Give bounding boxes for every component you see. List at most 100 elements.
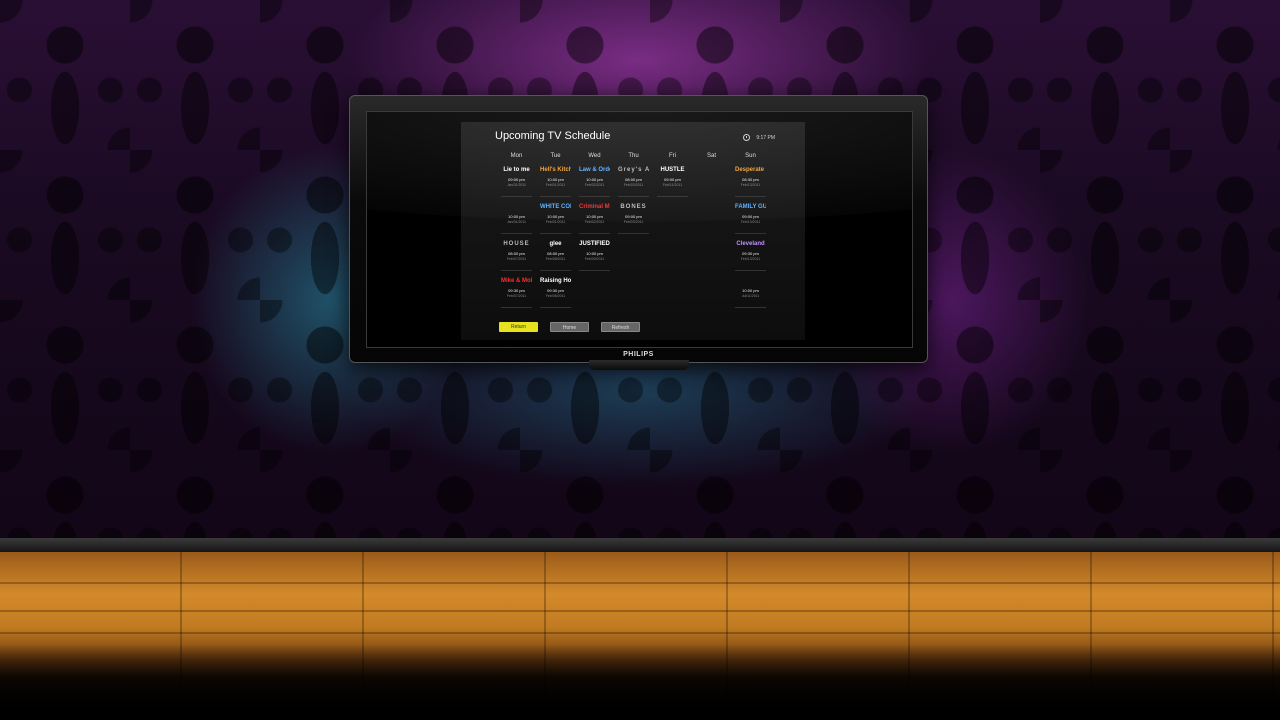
schedule-cell[interactable]: 10:00 pm Jul/11/2011 <box>731 273 770 310</box>
schedule-row: HOUSE 08:00 pm Feb/07/2011 glee 08:00 pm Feb/… <box>497 236 770 273</box>
schedule-cell[interactable]: glee 08:00 pm Feb/08/2011 <box>536 236 575 273</box>
schedule-cell[interactable]: HUSTLE 09:00 pm Feb/11/2011 <box>653 162 692 199</box>
schedule-cell-empty <box>653 273 692 310</box>
schedule-cell[interactable]: 10:00 pm Jan/31/2011 <box>497 199 536 236</box>
show-date: Feb/07/2011 <box>506 294 527 298</box>
show-logo: glee <box>549 241 562 247</box>
day-header-wed: Wed <box>588 153 601 159</box>
show-card: BONES 09:00 pm Feb/03/2011 <box>618 199 649 234</box>
show-time: 09:00 pm <box>508 177 525 182</box>
show-time: 10:00 pm <box>547 214 564 219</box>
show-card: Raising Hope 09:30 pmFeb/08/2011 <box>540 273 571 308</box>
tv-brand-logo: PHILIPS <box>623 351 654 358</box>
schedule-cell[interactable]: Hell's Kitchen 10:00 pmFeb/01/2011 <box>536 162 575 199</box>
schedule-cell-empty <box>692 273 731 310</box>
show-date: Feb/02/2011 <box>584 183 605 187</box>
day-header-row: Mon Tue Wed Thu Fri Sat Sun <box>497 153 770 159</box>
show-time: 09:30 pm <box>508 288 525 293</box>
show-date: Jul/11/2011 <box>741 294 760 298</box>
schedule-cell[interactable]: Raising Hope 09:30 pmFeb/08/2011 <box>536 273 575 310</box>
schedule-cell[interactable]: WHITE COLLAR 10:00 pmFeb/01/2011 <box>536 199 575 236</box>
show-date: Feb/08/2011 <box>545 257 566 261</box>
show-date: Feb/02/2011 <box>584 220 605 224</box>
show-date: Feb/13/2011 <box>740 257 761 261</box>
home-button[interactable]: Home <box>550 322 589 332</box>
schedule-cell-empty <box>653 199 692 236</box>
show-logo: HUSTLE <box>660 167 685 173</box>
show-card: Criminal Minds 10:00 pmFeb/02/2011 <box>579 199 610 234</box>
show-logo: WHITE COLLAR <box>540 204 571 210</box>
schedule-cell[interactable]: BONES 09:00 pm Feb/03/2011 <box>614 199 653 236</box>
show-date: Feb/07/2011 <box>506 257 527 261</box>
tv-frame: Upcoming TV Schedule 9:17 PM Mon Tue Wed… <box>349 95 928 370</box>
show-logo: Hell's Kitchen <box>540 167 571 173</box>
show-time: 09:00 pm <box>742 214 759 219</box>
schedule-cell[interactable]: JUSTIFIED 10:00 pm Feb/09/2011 <box>575 236 614 273</box>
show-time: 10:00 pm <box>547 177 564 182</box>
day-header-sat: Sat <box>706 153 716 159</box>
show-logo: Grey's Anatomy <box>618 167 649 173</box>
schedule-grid: Lie to me09:00 pmJan/31/2011Hell's Kitch… <box>497 162 770 310</box>
clock-time: 9:17 PM <box>756 134 775 141</box>
show-date: Jan/31/2011 <box>506 183 526 187</box>
schedule-cell[interactable]: Law & Order 10:00 pmFeb/02/2011 <box>575 162 614 199</box>
day-header-thu: Thu <box>628 153 639 159</box>
show-logo: Law & Order <box>579 167 610 173</box>
show-time: 10:00 pm <box>742 288 759 293</box>
show-card: glee 08:00 pm Feb/08/2011 <box>540 236 571 271</box>
clock: 9:17 PM <box>743 134 775 141</box>
schedule-cell[interactable]: Grey's Anatomy 08:00 pmFeb/03/2011 <box>614 162 653 199</box>
schedule-cell-empty <box>692 236 731 273</box>
show-logo: Criminal Minds <box>579 204 610 210</box>
refresh-button[interactable]: Refresh <box>601 322 640 332</box>
show-logo: Raising Hope <box>540 278 571 284</box>
schedule-cell[interactable]: Lie to me 09:00 pm Jan/31/2011 <box>497 162 536 199</box>
show-time: 09:00 pm <box>625 214 642 219</box>
show-logo <box>735 275 766 287</box>
schedule-cell-empty <box>575 273 614 310</box>
schedule-cell[interactable]: HOUSE 08:00 pm Feb/07/2011 <box>497 236 536 273</box>
schedule-cell-empty <box>614 236 653 273</box>
schedule-cell[interactable]: FAMILY GUY 09:00 pmFeb/13/2011 <box>731 199 770 236</box>
schedule-cell[interactable]: Cleveland 09:30 pm Feb/13/2011 <box>731 236 770 273</box>
show-date: Feb/03/2011 <box>623 220 644 224</box>
baseboard <box>0 538 1280 552</box>
schedule-app: Upcoming TV Schedule 9:17 PM Mon Tue Wed… <box>461 122 805 340</box>
show-logo: Desperate Housewives <box>735 167 766 173</box>
schedule-cell[interactable]: Criminal Minds 10:00 pmFeb/02/2011 <box>575 199 614 236</box>
show-card: Hell's Kitchen 10:00 pmFeb/01/2011 <box>540 162 571 197</box>
show-logo: FAMILY GUY <box>735 204 766 210</box>
schedule-cell[interactable]: Mike & Molly 09:30 pmFeb/07/2011 <box>497 273 536 310</box>
show-time: 10:00 pm <box>586 214 603 219</box>
wood-floor <box>0 552 1280 720</box>
show-time: 09:30 pm <box>547 288 564 293</box>
day-header-tue: Tue <box>550 153 561 159</box>
show-logo: HOUSE <box>503 241 530 247</box>
show-date: Feb/08/2011 <box>545 294 566 298</box>
show-card: WHITE COLLAR 10:00 pmFeb/01/2011 <box>540 199 571 234</box>
show-time: 10:00 pm <box>586 251 603 256</box>
return-button[interactable]: Return <box>499 322 538 332</box>
show-card: Desperate Housewives 08:30 pmFeb/13/2011 <box>735 162 766 197</box>
show-card: Law & Order 10:00 pmFeb/02/2011 <box>579 162 610 197</box>
show-logo: Lie to me <box>503 167 530 173</box>
show-date: Feb/03/2011 <box>623 183 644 187</box>
show-time: 08:00 pm <box>547 251 564 256</box>
day-header-mon: Mon <box>510 153 523 159</box>
schedule-row: Lie to me 09:00 pmJan/31/2011 Hell's Kitch… <box>497 162 770 199</box>
schedule-cell[interactable]: Desperate Housewives 08:30 pmFeb/13/2011 <box>731 162 770 199</box>
show-card: Grey's Anatomy 08:00 pmFeb/03/2011 <box>618 162 649 197</box>
day-header-fri: Fri <box>669 153 676 159</box>
tv-stand <box>589 360 689 370</box>
show-logo: Cleveland <box>736 241 765 247</box>
show-card: HOUSE 08:00 pm Feb/07/2011 <box>501 236 532 271</box>
show-logo: Mike & Molly <box>501 278 532 284</box>
schedule-cell-empty <box>692 162 731 199</box>
show-card: HUSTLE 09:00 pm Feb/11/2011 <box>657 162 688 197</box>
show-logo <box>501 201 532 213</box>
button-bar: Return Home Refresh <box>499 322 640 332</box>
show-card: Lie to me 09:00 pm Jan/31/2011 <box>501 162 532 197</box>
show-time: 10:00 pm <box>508 214 525 219</box>
show-card: Cleveland 09:30 pm Feb/13/2011 <box>735 236 766 271</box>
show-date: Feb/13/2011 <box>740 220 761 224</box>
